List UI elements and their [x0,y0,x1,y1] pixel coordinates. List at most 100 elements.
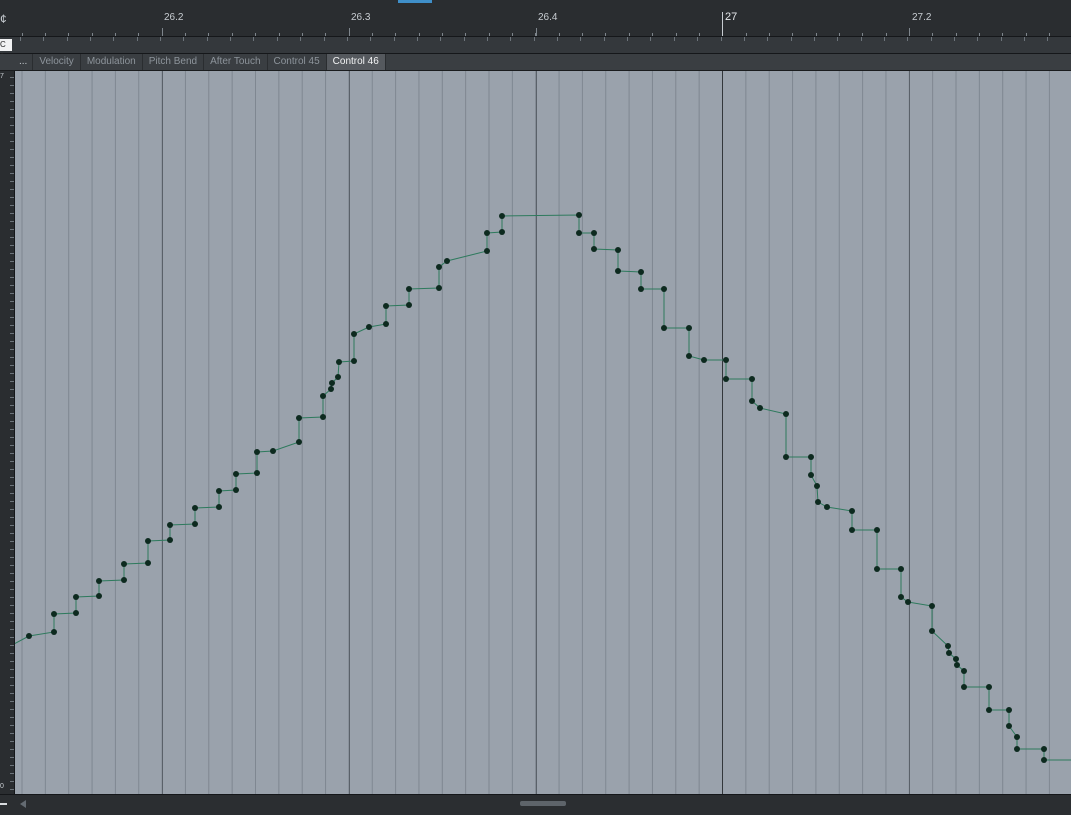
envelope-point[interactable] [499,229,505,235]
envelope-point[interactable] [808,472,814,478]
envelope-point[interactable] [51,611,57,617]
envelope-point[interactable] [484,230,490,236]
envelope-point[interactable] [783,454,789,460]
envelope-point[interactable] [296,415,302,421]
envelope-point[interactable] [329,380,335,386]
envelope-point[interactable] [898,594,904,600]
automation-editor[interactable]: 7 0 [0,71,1071,794]
envelope-point[interactable] [1006,707,1012,713]
start-marker[interactable]: C 1 [0,39,12,61]
envelope-point[interactable] [296,439,302,445]
envelope-point[interactable] [898,566,904,572]
envelope-point[interactable] [270,448,276,454]
tab-more[interactable]: ... [14,54,34,70]
envelope-point[interactable] [121,577,127,583]
envelope-point[interactable] [749,376,755,382]
envelope-point[interactable] [661,286,667,292]
envelope-point[interactable] [484,248,490,254]
envelope-point[interactable] [814,483,820,489]
envelope-point[interactable] [591,230,597,236]
scroll-thumb[interactable] [520,801,566,806]
envelope-point[interactable] [121,561,127,567]
tab-after-touch[interactable]: After Touch [204,54,268,70]
envelope-point[interactable] [216,504,222,510]
envelope-point[interactable] [701,357,707,363]
envelope-point[interactable] [254,470,260,476]
horizontal-scrollbar[interactable] [0,794,1071,815]
envelope-point[interactable] [661,325,667,331]
envelope-point[interactable] [954,662,960,668]
envelope-point[interactable] [96,578,102,584]
envelope-point[interactable] [961,684,967,690]
envelope-point[interactable] [216,488,222,494]
envelope-point[interactable] [73,610,79,616]
envelope-point[interactable] [783,411,789,417]
automation-grid[interactable] [15,71,1071,794]
envelope-point[interactable] [192,521,198,527]
envelope-point[interactable] [986,684,992,690]
envelope-point[interactable] [167,522,173,528]
tab-control-46[interactable]: Control 46 [326,54,386,70]
envelope-point[interactable] [254,449,260,455]
envelope-point[interactable] [328,386,334,392]
envelope-point[interactable] [953,656,959,662]
envelope-point[interactable] [26,633,32,639]
envelope-point[interactable] [1041,757,1047,763]
tab-pitch-bend[interactable]: Pitch Bend [143,54,205,70]
envelope-point[interactable] [436,285,442,291]
envelope-point[interactable] [946,650,952,656]
envelope-point[interactable] [383,303,389,309]
envelope-point[interactable] [351,331,357,337]
envelope-point[interactable] [444,258,450,264]
envelope-point[interactable] [638,269,644,275]
tab-modulation[interactable]: Modulation [81,54,143,70]
envelope-point[interactable] [320,393,326,399]
envelope-point[interactable] [929,628,935,634]
envelope-point[interactable] [145,560,151,566]
envelope-point[interactable] [849,508,855,514]
envelope-point[interactable] [686,325,692,331]
envelope-point[interactable] [335,374,341,380]
envelope-point[interactable] [233,487,239,493]
envelope-point[interactable] [723,357,729,363]
envelope-point[interactable] [824,504,830,510]
timeline-ruler[interactable]: ¢ 26.2 26.3 26.4 27 27.2 [0,0,1071,37]
envelope-point[interactable] [73,594,79,600]
envelope-point[interactable] [1014,734,1020,740]
envelope-point[interactable] [366,324,372,330]
envelope-point[interactable] [929,603,935,609]
envelope-point[interactable] [1041,746,1047,752]
envelope-point[interactable] [576,230,582,236]
envelope-point[interactable] [874,527,880,533]
envelope-point[interactable] [167,537,173,543]
envelope-point[interactable] [96,593,102,599]
envelope-point[interactable] [757,405,763,411]
envelope-point[interactable] [406,286,412,292]
envelope-point[interactable] [961,668,967,674]
envelope-point[interactable] [1014,746,1020,752]
envelope-point[interactable] [1006,723,1012,729]
envelope-point[interactable] [499,213,505,219]
tab-velocity[interactable]: Velocity [33,54,81,70]
envelope-point[interactable] [849,527,855,533]
envelope-point[interactable] [145,538,151,544]
envelope-point[interactable] [336,359,342,365]
envelope-point[interactable] [808,454,814,460]
envelope-point[interactable] [874,566,880,572]
envelope-point[interactable] [406,302,412,308]
envelope-point[interactable] [686,353,692,359]
tab-control-45[interactable]: Control 45 [268,54,327,70]
envelope-point[interactable] [723,376,729,382]
envelope-point[interactable] [436,264,442,270]
envelope-point[interactable] [591,246,597,252]
envelope-point[interactable] [905,599,911,605]
envelope-point[interactable] [749,398,755,404]
envelope-point[interactable] [945,643,951,649]
envelope-point[interactable] [638,286,644,292]
envelope-point[interactable] [233,471,239,477]
envelope-point[interactable] [51,629,57,635]
envelope-point[interactable] [815,499,821,505]
envelope-point[interactable] [615,268,621,274]
envelope-point[interactable] [986,707,992,713]
envelope-point[interactable] [320,414,326,420]
